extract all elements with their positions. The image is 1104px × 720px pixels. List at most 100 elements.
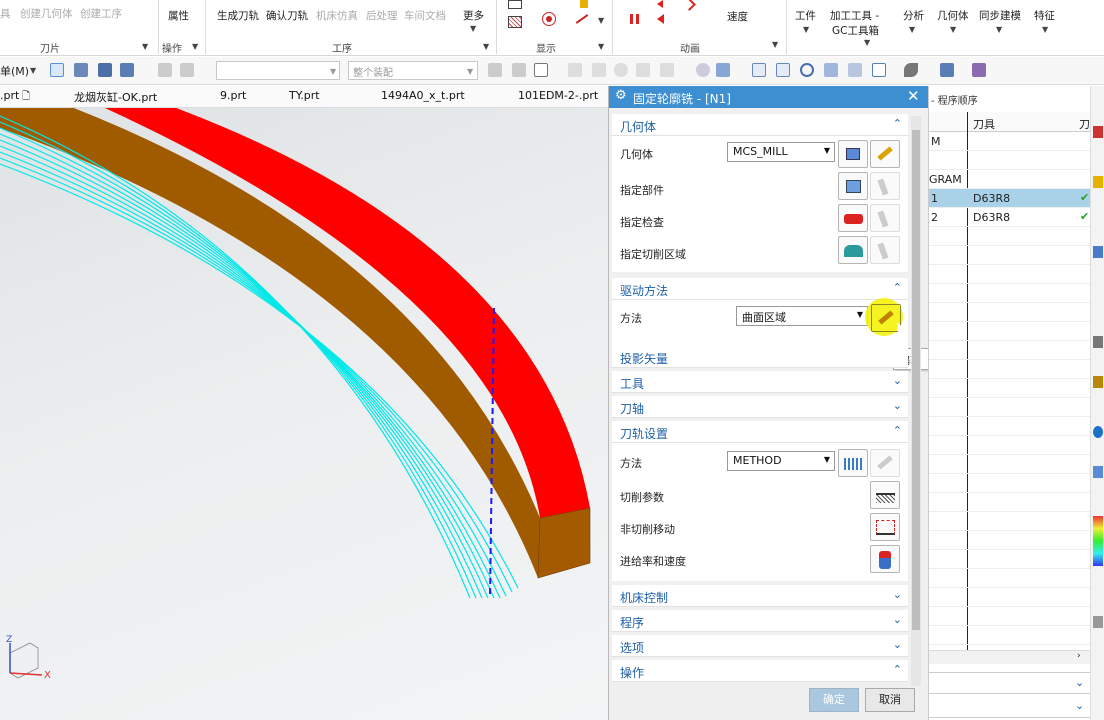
section-toolpath-header[interactable]: 刀轨设置 ⌃ bbox=[612, 421, 908, 443]
plus-box-icon[interactable] bbox=[534, 63, 548, 77]
section-projection-vector[interactable]: 投影矢量 bbox=[612, 346, 908, 368]
list-icon[interactable] bbox=[120, 63, 134, 77]
table-row[interactable]: M bbox=[929, 132, 1091, 151]
noncut-moves-button[interactable] bbox=[870, 513, 900, 541]
snap-point-icon[interactable] bbox=[636, 63, 650, 77]
snap-point-icon[interactable] bbox=[696, 63, 710, 77]
sync-modeling-button[interactable]: 同步建模 bbox=[979, 8, 1021, 23]
grid-icon[interactable] bbox=[872, 63, 886, 77]
verify-toolpath-button[interactable]: 确认刀轨 bbox=[266, 8, 308, 23]
chevron-down-icon[interactable]: ⌄ bbox=[893, 374, 902, 387]
chevron-up-icon[interactable]: ⌃ bbox=[893, 117, 902, 130]
resource-icon[interactable] bbox=[1093, 516, 1103, 566]
ribbon-item-tool[interactable]: 具 bbox=[0, 6, 11, 21]
chevron-down-icon[interactable]: ⌄ bbox=[893, 399, 902, 412]
dependencies-panel-header[interactable]: ⌄ bbox=[929, 696, 1091, 718]
chevron-right-icon[interactable]: › bbox=[1077, 651, 1081, 661]
postprocess-button[interactable]: 后处理 bbox=[366, 8, 398, 23]
rewind-icon[interactable] bbox=[657, 0, 663, 8]
snap-point-icon[interactable] bbox=[488, 63, 502, 77]
resource-icon[interactable] bbox=[1093, 176, 1103, 188]
new-geometry-button[interactable] bbox=[838, 140, 868, 168]
chevron-up-icon[interactable]: ⌃ bbox=[893, 663, 902, 676]
table-row[interactable]: GRAM bbox=[929, 170, 1091, 189]
dialog-titlebar[interactable]: ⚙ 固定轮廓铣 - [N1] ✕ bbox=[609, 86, 929, 108]
line-icon[interactable] bbox=[575, 14, 589, 24]
table-row[interactable] bbox=[929, 151, 1091, 170]
section-program[interactable]: 程序 ⌄ bbox=[612, 610, 908, 632]
tab-file[interactable]: TY.prt bbox=[289, 89, 320, 102]
snap-icon[interactable] bbox=[98, 63, 112, 77]
resource-icon[interactable] bbox=[1093, 616, 1103, 628]
chevron-down-icon[interactable]: ⌄ bbox=[893, 613, 902, 626]
ribbon-item-create-operation[interactable]: 创建工序 bbox=[80, 6, 122, 21]
close-icon[interactable]: ✕ bbox=[907, 87, 920, 105]
details-panel-header[interactable]: ⌄ bbox=[929, 672, 1091, 694]
tab-file[interactable]: .prt bbox=[0, 89, 19, 102]
shop-doc-button[interactable]: 车间文档 bbox=[404, 8, 446, 23]
filter-icon[interactable] bbox=[74, 63, 88, 77]
feature-button[interactable]: 特征 bbox=[1034, 8, 1055, 23]
tab-file[interactable]: 龙烟灰缸-OK.prt bbox=[74, 89, 157, 105]
chevron-up-icon[interactable]: ⌃ bbox=[893, 281, 902, 294]
property-button[interactable]: 属性 bbox=[168, 8, 189, 23]
machine-sim-button[interactable]: 机床仿真 bbox=[316, 8, 358, 23]
new-method-button[interactable] bbox=[838, 449, 868, 477]
chevron-down-icon[interactable]: ⌄ bbox=[893, 588, 902, 601]
tab-file[interactable]: 9.prt bbox=[220, 89, 246, 102]
geometry-button[interactable]: 几何体 bbox=[937, 8, 969, 23]
col-extra-header[interactable]: 刀 bbox=[1079, 116, 1090, 132]
resource-icon[interactable] bbox=[1093, 376, 1103, 388]
ok-button[interactable]: 确定 bbox=[809, 688, 859, 712]
table-row[interactable]: 1 D63R8 ✔ bbox=[929, 189, 1091, 208]
horizontal-scrollbar[interactable]: › bbox=[929, 650, 1091, 664]
section-tool-axis[interactable]: 刀轴 ⌄ bbox=[612, 396, 908, 418]
pan-icon[interactable] bbox=[824, 63, 838, 77]
color-icon[interactable] bbox=[580, 0, 588, 8]
chevron-down-icon[interactable]: ⌄ bbox=[1075, 699, 1084, 712]
shade-icon[interactable] bbox=[904, 63, 918, 77]
forward-icon[interactable] bbox=[683, 0, 696, 11]
view-icon[interactable] bbox=[752, 63, 766, 77]
snap-point-icon[interactable] bbox=[592, 63, 606, 77]
edit-geometry-button[interactable] bbox=[870, 140, 900, 168]
rotate-icon[interactable] bbox=[800, 63, 814, 77]
dialog-scrollbar[interactable] bbox=[911, 116, 921, 686]
feeds-speeds-button[interactable] bbox=[870, 545, 900, 573]
resource-icon[interactable] bbox=[1093, 126, 1103, 138]
render-icon[interactable] bbox=[972, 63, 986, 77]
col-tool-header[interactable]: 刀具 bbox=[973, 116, 995, 132]
snap-point-icon[interactable] bbox=[568, 63, 582, 77]
resource-icon[interactable] bbox=[1093, 336, 1103, 348]
snap-point-icon[interactable] bbox=[614, 63, 628, 77]
cube-view-icon[interactable] bbox=[940, 63, 954, 77]
view-icon[interactable] bbox=[776, 63, 790, 77]
shaded-icon[interactable] bbox=[508, 0, 522, 9]
section-actions[interactable]: 操作 ⌃ bbox=[612, 660, 908, 682]
analysis-button[interactable]: 分析 bbox=[903, 8, 924, 23]
section-geometry-header[interactable]: 几何体 ⌃ bbox=[612, 114, 908, 136]
close-icon[interactable]: 🗋 bbox=[22, 89, 30, 106]
graphics-viewport[interactable]: X Z bbox=[0, 108, 608, 720]
drive-method-select[interactable]: 曲面区域 ▼ bbox=[736, 306, 868, 326]
workpiece-button[interactable]: 工件 bbox=[795, 8, 816, 23]
pause-icon[interactable] bbox=[630, 14, 633, 24]
snap-point-icon[interactable] bbox=[512, 63, 526, 77]
fit-icon[interactable] bbox=[848, 63, 862, 77]
section-machine-control[interactable]: 机床控制 ⌄ bbox=[612, 585, 908, 607]
ribbon-item-create-geometry[interactable]: 创建几何体 bbox=[20, 6, 73, 21]
tab-file[interactable]: 1494A0_x_t.prt bbox=[381, 89, 465, 102]
assembly-filter-select[interactable]: 整个装配 bbox=[348, 61, 478, 80]
chevron-up-icon[interactable]: ⌃ bbox=[893, 424, 902, 437]
section-tool[interactable]: 工具 ⌄ bbox=[612, 371, 908, 393]
snap-point-icon[interactable] bbox=[660, 63, 674, 77]
cut-params-button[interactable] bbox=[870, 481, 900, 509]
cube-icon[interactable] bbox=[716, 63, 730, 77]
section-options[interactable]: 选项 ⌄ bbox=[612, 635, 908, 657]
table-row[interactable]: 2 D63R8 ✔ bbox=[929, 208, 1091, 227]
section-drive-header[interactable]: 驱动方法 ⌃ bbox=[612, 278, 908, 300]
geometry-select[interactable]: MCS_MILL ▼ bbox=[727, 142, 835, 162]
toolpath-method-select[interactable]: METHOD ▼ bbox=[727, 451, 835, 471]
menu-button[interactable]: 单(M) bbox=[0, 63, 29, 79]
more-button[interactable]: 更多 bbox=[463, 8, 484, 23]
